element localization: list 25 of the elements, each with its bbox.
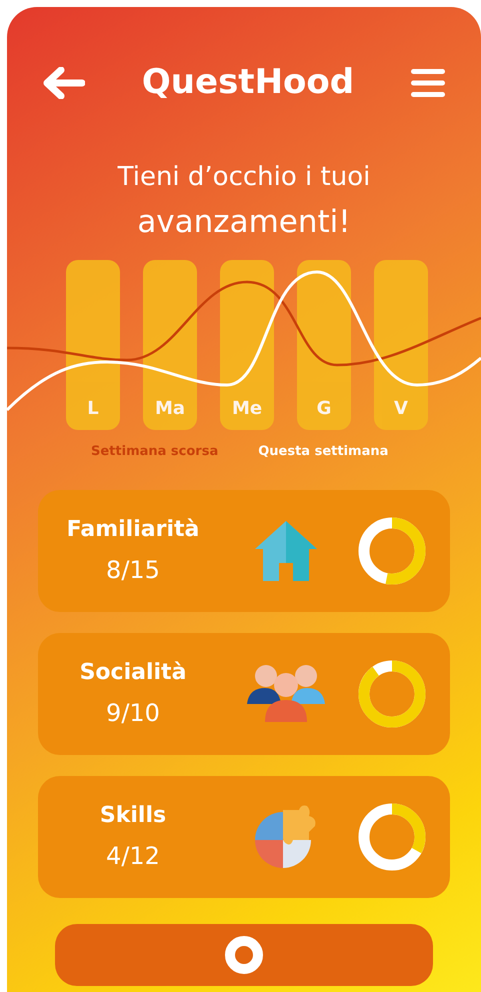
category-card[interactable]: Familiarità 8/15 xyxy=(38,490,450,612)
menu-icon[interactable] xyxy=(410,68,445,96)
heading-line: Tieni d’occhio i tuoi xyxy=(118,161,370,194)
back-arrow-icon[interactable] xyxy=(43,66,85,98)
legend-label: Questa settimana xyxy=(258,443,388,461)
category-name: Skills xyxy=(100,802,166,830)
day-label: V xyxy=(394,397,408,421)
category-name: Familiarità xyxy=(66,516,200,544)
app-title: QuestHood xyxy=(142,61,354,104)
home-button[interactable] xyxy=(55,924,433,986)
people-icon xyxy=(245,664,327,724)
house-icon xyxy=(253,518,319,582)
day-label: G xyxy=(316,397,332,421)
day-label: Ma xyxy=(154,397,186,421)
circle-icon xyxy=(224,934,264,974)
day-label: L xyxy=(87,397,99,421)
category-score: 9/10 xyxy=(106,698,160,729)
category-score: 4/12 xyxy=(106,841,160,872)
category-card[interactable]: Skills 4/12 xyxy=(38,776,450,898)
heading-line: avanzamenti! xyxy=(137,203,351,242)
legend-label: Settimana scorsa xyxy=(91,443,218,461)
category-card[interactable]: Socialità 9/10 xyxy=(38,632,450,754)
day-label: Me xyxy=(232,397,262,421)
category-score: 8/15 xyxy=(106,555,160,586)
category-name: Socialità xyxy=(80,659,186,687)
